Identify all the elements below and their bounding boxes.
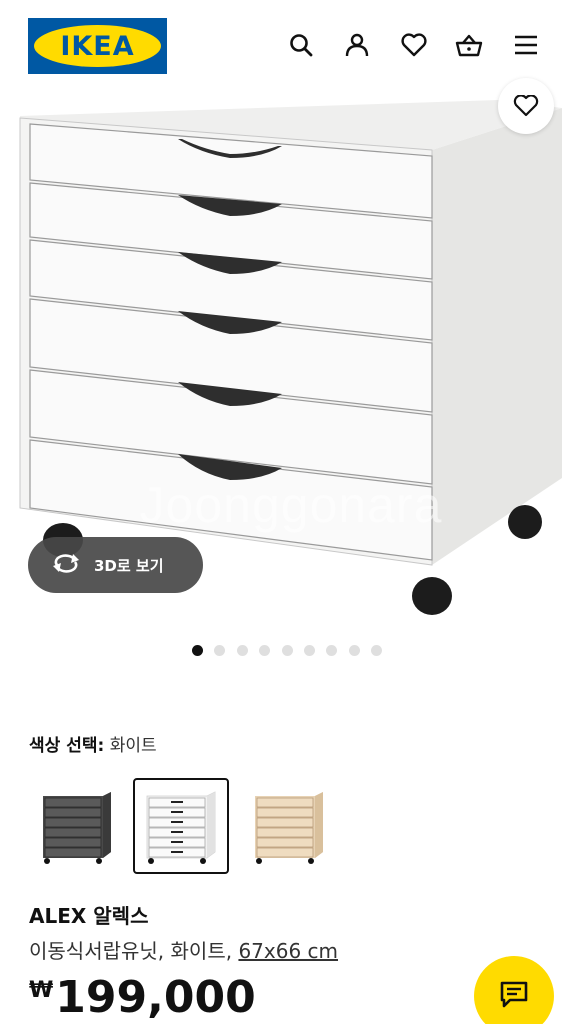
logo-text: IKEA — [60, 30, 135, 62]
pagination-dot[interactable] — [348, 645, 360, 656]
heart-icon[interactable] — [399, 30, 429, 60]
price-amount: 199,000 — [55, 972, 256, 1023]
header: IKEA — [0, 0, 582, 96]
pagination-dot[interactable] — [259, 645, 271, 656]
swatch-oak[interactable] — [241, 778, 337, 874]
logo-oval: IKEA — [34, 25, 161, 67]
color-selection: 색상 선택: 화이트 — [29, 731, 157, 756]
swatch-dark-grey[interactable] — [29, 778, 125, 874]
pagination-dot[interactable] — [303, 645, 315, 656]
watermark: Joonggonara — [139, 477, 443, 533]
product-name: ALEX 알렉스 — [29, 904, 149, 928]
menu-icon[interactable] — [511, 30, 541, 60]
rotate-3d-icon — [52, 552, 80, 578]
color-selection-value: 화이트 — [109, 736, 157, 756]
product-size-link[interactable]: 67x66 cm — [238, 939, 338, 963]
price-currency: ₩ — [29, 978, 54, 1003]
swatch-white[interactable] — [133, 778, 229, 874]
chat-button[interactable] — [474, 956, 554, 1024]
product-description-text: 이동식서랍유닛, 화이트, — [29, 939, 239, 963]
pagination-dot[interactable] — [326, 645, 338, 656]
chat-icon — [499, 980, 529, 1012]
product-price: ₩ 199,000 — [29, 970, 256, 1024]
view-3d-button[interactable]: 3D로 보기 — [28, 537, 203, 593]
pagination-dot[interactable] — [281, 645, 293, 656]
product-description: 이동식서랍유닛, 화이트, 67x66 cm — [29, 935, 338, 964]
pagination-dot[interactable] — [192, 645, 203, 656]
search-icon[interactable] — [286, 30, 316, 60]
save-to-favourites-button[interactable] — [498, 78, 554, 134]
view-3d-label: 3D로 보기 — [94, 556, 164, 575]
ikea-logo[interactable]: IKEA — [28, 18, 167, 74]
pagination-dot[interactable] — [236, 645, 248, 656]
basket-icon[interactable] — [454, 30, 484, 60]
user-icon[interactable] — [342, 30, 372, 60]
color-selection-label: 색상 선택: — [29, 736, 105, 756]
gallery-pagination — [0, 645, 582, 656]
pagination-dot[interactable] — [214, 645, 226, 656]
pagination-dot[interactable] — [371, 645, 382, 656]
